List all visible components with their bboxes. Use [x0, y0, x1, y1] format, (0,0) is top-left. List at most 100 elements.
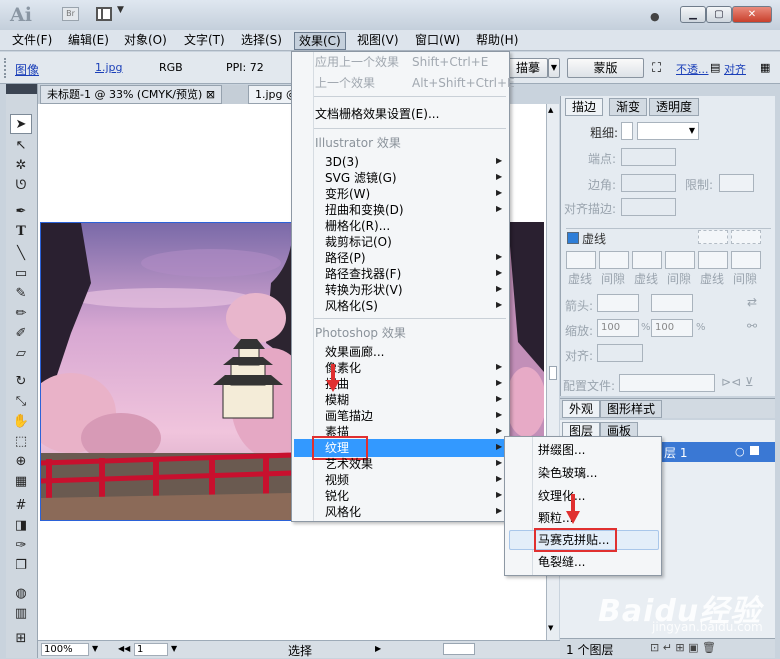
menu-item-blur[interactable]: 模糊: [325, 392, 349, 408]
type-tool-icon[interactable]: T: [10, 222, 32, 242]
placed-image-cherry-blossom-castle[interactable]: [40, 222, 292, 521]
cap-buttons[interactable]: [621, 148, 676, 166]
minimize-button[interactable]: ▁: [680, 6, 706, 23]
gap-field-1[interactable]: [599, 251, 629, 269]
tab-transparency[interactable]: 透明度: [649, 98, 700, 116]
layer-actions-icons[interactable]: ⊡ ↵ ⊞ ▣ 🗑: [650, 641, 716, 654]
menu-item-path[interactable]: 路径(P): [325, 250, 366, 266]
transform-icon[interactable]: ⛶: [652, 61, 661, 76]
menu-item-stylize-photoshop[interactable]: 风格化: [325, 504, 361, 520]
mask-button[interactable]: 蒙版: [567, 58, 644, 78]
weight-dropdown[interactable]: ▼: [637, 122, 699, 140]
menu-item-warp[interactable]: 变形(W): [325, 186, 370, 202]
start-scale-field[interactable]: 100: [597, 319, 639, 337]
direct-selection-tool-icon[interactable]: ↖: [10, 136, 32, 156]
bridge-button[interactable]: Br: [62, 7, 79, 21]
opacity-link[interactable]: 不透...: [676, 61, 709, 77]
artboard-tool-icon[interactable]: ⊞: [10, 629, 32, 649]
object-type-link[interactable]: 图像: [15, 61, 39, 78]
weight-stepper[interactable]: [621, 122, 633, 140]
gradient-tool-icon[interactable]: ◨: [10, 516, 32, 536]
menu-item-svg-filters[interactable]: SVG 滤镜(G): [325, 170, 397, 186]
align-icon[interactable]: ▤: [710, 61, 720, 74]
magic-wand-tool-icon[interactable]: ✲: [10, 156, 32, 176]
align-arrow-buttons[interactable]: [597, 344, 643, 362]
menu-item-pathfinder[interactable]: 路径查找器(F): [325, 266, 401, 282]
paintbrush-tool-icon[interactable]: ✎: [10, 284, 32, 304]
close-icon[interactable]: ⊠: [206, 88, 215, 101]
menu-select[interactable]: 选择(S): [237, 32, 286, 50]
hscroll-thumb[interactable]: [443, 643, 475, 655]
tab-gradient[interactable]: 渐变: [609, 98, 648, 116]
menu-type[interactable]: 文字(T): [180, 32, 229, 50]
menu-item-last-effect[interactable]: 上一个效果 Alt+Shift+Ctrl+E: [315, 75, 515, 91]
target-icon[interactable]: ○: [735, 445, 745, 458]
end-scale-field[interactable]: 100: [651, 319, 693, 337]
menu-item-rasterize[interactable]: 栅格化(R)...: [325, 218, 390, 234]
dash-field-1[interactable]: [566, 251, 596, 269]
dash-field-2[interactable]: [632, 251, 662, 269]
close-button[interactable]: ✕: [732, 6, 772, 23]
dashed-checkbox[interactable]: [567, 232, 579, 244]
menu-item-apply-last-effect[interactable]: 应用上一个效果 Shift+Ctrl+E: [315, 54, 488, 70]
arrange-documents-icon[interactable]: [96, 7, 112, 21]
free-transform-tool-icon[interactable]: ⬚: [10, 432, 32, 452]
blob-brush-tool-icon[interactable]: ✐: [10, 324, 32, 344]
menu-help[interactable]: 帮助(H): [472, 32, 522, 50]
eraser-tool-icon[interactable]: ▱: [10, 344, 32, 364]
menu-object[interactable]: 对象(O): [120, 32, 171, 50]
menu-item-effect-gallery[interactable]: 效果画廊...: [325, 344, 384, 360]
scale-tool-icon[interactable]: ⤡: [10, 392, 32, 412]
tab-appearance[interactable]: 外观: [562, 400, 601, 418]
limit-field[interactable]: [719, 174, 754, 192]
profile-dropdown[interactable]: [619, 374, 715, 392]
pencil-tool-icon[interactable]: ✏: [10, 304, 32, 324]
warp-tool-icon[interactable]: ✋: [10, 412, 32, 432]
menu-window[interactable]: 窗口(W): [411, 32, 464, 50]
gap-field-2[interactable]: [665, 251, 695, 269]
pen-tool-icon[interactable]: ✒: [10, 202, 32, 222]
file-link[interactable]: 1.jpg: [95, 61, 123, 74]
swap-arrowheads-icon[interactable]: ⇄: [747, 295, 757, 309]
menu-item-document-raster-settings[interactable]: 文档栅格效果设置(E)...: [315, 106, 439, 122]
zoom-field[interactable]: 100%: [41, 643, 89, 656]
menu-item-stylize-illustrator[interactable]: 风格化(S): [325, 298, 378, 314]
line-tool-icon[interactable]: ╲: [10, 244, 32, 264]
rectangle-tool-icon[interactable]: ▭: [10, 264, 32, 284]
eyedropper-tool-icon[interactable]: ✑: [10, 536, 32, 556]
tab-graphic-styles[interactable]: 图形样式: [600, 400, 663, 418]
scroll-thumb[interactable]: [549, 366, 557, 380]
chevron-down-icon[interactable]: ▼: [117, 5, 124, 15]
menu-file[interactable]: 文件(F): [8, 32, 56, 50]
dash-align-icon[interactable]: [731, 230, 761, 244]
zoom-dropdown-icon[interactable]: ▼: [92, 644, 98, 653]
menu-effect[interactable]: 效果(C): [294, 32, 346, 50]
align-link[interactable]: 对齐: [724, 61, 746, 77]
rotate-tool-icon[interactable]: ↻: [10, 372, 32, 392]
dash-preserve-icon[interactable]: [698, 230, 728, 244]
menu-view[interactable]: 视图(V): [353, 32, 403, 50]
menu-item-brush-strokes[interactable]: 画笔描边: [325, 408, 373, 424]
link-scale-icon[interactable]: ⚯: [747, 319, 757, 333]
submenu-item-patchwork[interactable]: 拼缀图...: [538, 441, 585, 459]
dash-field-3[interactable]: [698, 251, 728, 269]
column-graph-tool-icon[interactable]: ▥: [10, 604, 32, 624]
end-arrowhead-dropdown[interactable]: [651, 294, 693, 312]
menu-item-video[interactable]: 视频: [325, 472, 349, 488]
submenu-item-craquelure[interactable]: 龟裂缝...: [538, 553, 585, 571]
mesh-tool-icon[interactable]: #: [10, 496, 32, 516]
submenu-item-stained-glass[interactable]: 染色玻璃...: [538, 464, 597, 482]
artboard-dropdown-icon[interactable]: ▼: [171, 644, 177, 653]
menu-item-sharpen[interactable]: 锐化: [325, 488, 349, 504]
artboard-number-field[interactable]: 1: [134, 643, 168, 656]
more-icon[interactable]: ▦: [760, 61, 770, 74]
shape-builder-tool-icon[interactable]: ⊕: [10, 452, 32, 472]
menu-item-3d[interactable]: 3D(3): [325, 154, 359, 170]
scroll-down-icon[interactable]: ▼: [548, 624, 553, 632]
menu-item-convert-to-shape[interactable]: 转换为形状(V): [325, 282, 403, 298]
first-artboard-icon[interactable]: ◀◀: [118, 644, 130, 653]
start-arrowhead-dropdown[interactable]: [597, 294, 639, 312]
status-mode[interactable]: 选择: [288, 642, 312, 659]
align-stroke-buttons[interactable]: [621, 198, 676, 216]
status-arrow-icon[interactable]: ▶: [375, 644, 381, 653]
